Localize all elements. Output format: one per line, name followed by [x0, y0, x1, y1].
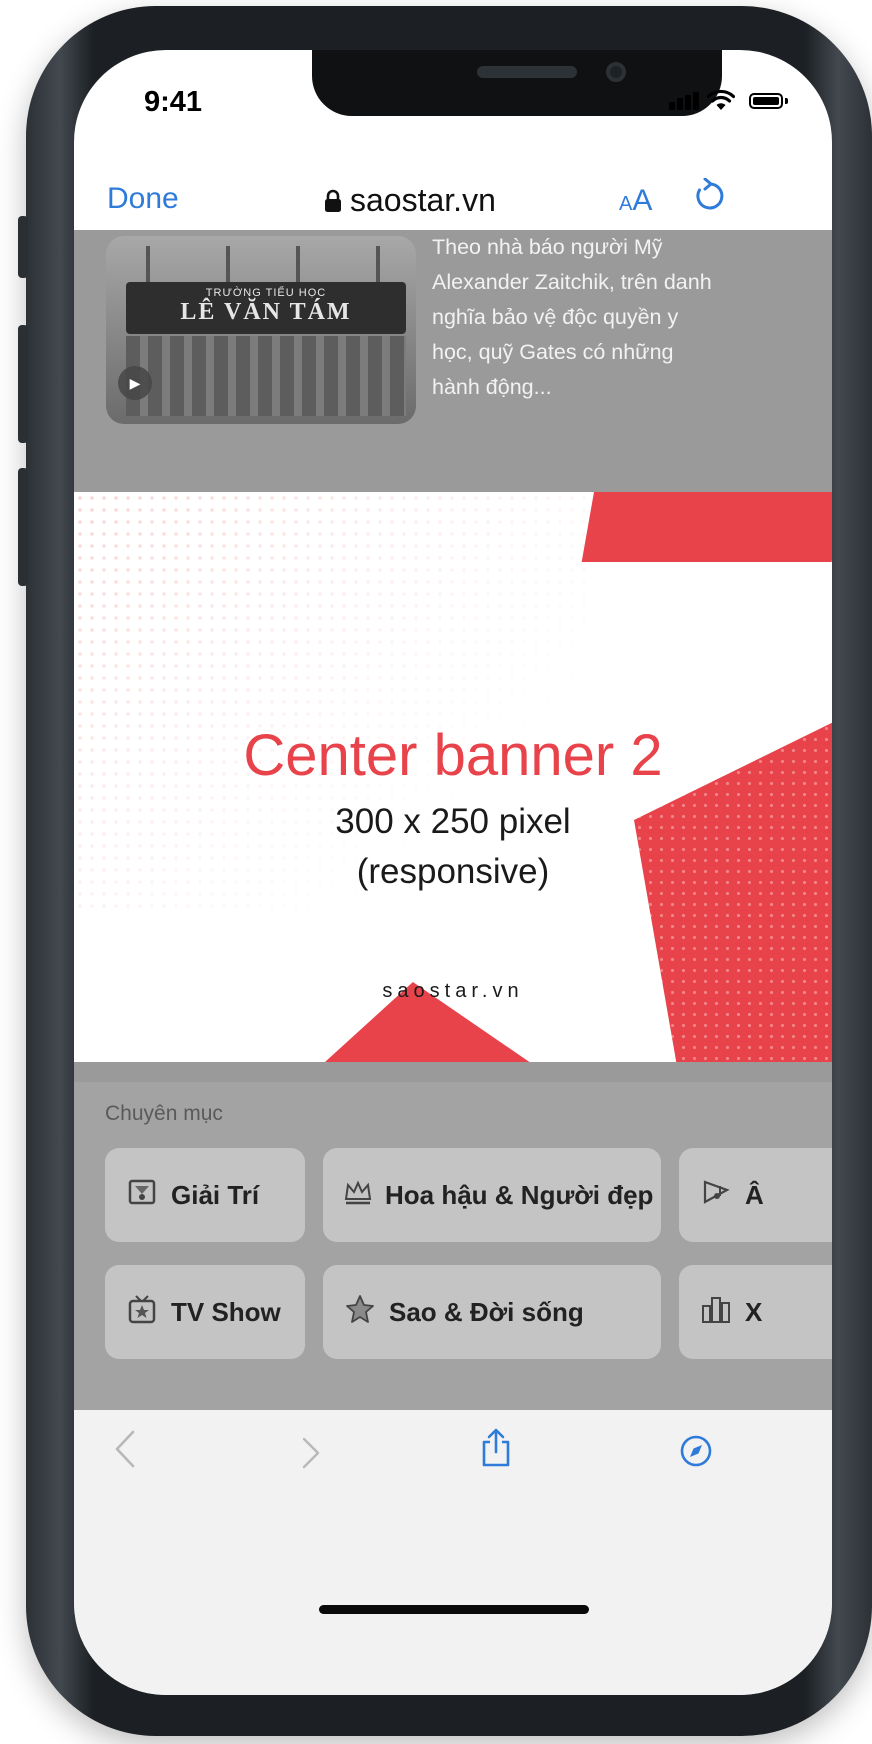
- lock-icon: [325, 189, 341, 212]
- url-text: saostar.vn: [350, 182, 496, 218]
- crown-icon: [343, 1179, 373, 1212]
- categories-heading: Chuyên mục: [105, 1102, 223, 1125]
- front-camera: [606, 62, 626, 82]
- dim-strip: [74, 1062, 832, 1082]
- banner-red-shape-top: [581, 492, 832, 562]
- mute-switch: [18, 216, 28, 278]
- category-sao-doi-song[interactable]: Sao & Đời sống: [323, 1265, 661, 1359]
- category-label: Sao & Đời sống: [389, 1296, 584, 1327]
- compass-icon[interactable]: [679, 1434, 713, 1478]
- category-giai-tri[interactable]: Giải Trí: [105, 1148, 305, 1242]
- category-label: Hoa hậu & Người đẹp: [385, 1179, 654, 1210]
- share-icon[interactable]: [480, 1428, 512, 1478]
- category-label: Giải Trí: [171, 1179, 260, 1210]
- chevron-left-icon[interactable]: [114, 1430, 136, 1478]
- text-size-big-letter: A: [632, 184, 653, 217]
- school-gate-banner: [126, 336, 406, 416]
- play-icon[interactable]: ▶: [118, 366, 152, 400]
- category-label: X: [745, 1296, 763, 1327]
- banner-title: Center banner 2: [243, 723, 663, 788]
- category-am-nhac[interactable]: Â: [679, 1148, 832, 1242]
- ad-banner[interactable]: Center banner 2 300 x 250 pixel (respons…: [74, 492, 832, 1062]
- wifi-icon: [706, 86, 736, 118]
- chevron-right-icon[interactable]: [302, 1436, 320, 1479]
- star-icon: [343, 1294, 377, 1331]
- article-thumbnail[interactable]: TRƯỜNG TIỂU HỌC LÊ VĂN TÁM ▶: [106, 236, 416, 424]
- category-label: Â: [745, 1179, 764, 1210]
- battery-icon: [749, 93, 783, 109]
- done-button[interactable]: Done: [107, 182, 179, 216]
- reload-icon[interactable]: [694, 177, 726, 221]
- school-sign-subtitle: TRƯỜNG TIỂU HỌC: [205, 287, 327, 299]
- article-excerpt[interactable]: Theo nhà báo người Mỹ Alexander Zaitchik…: [432, 230, 722, 405]
- categories-panel: [74, 1082, 832, 1410]
- status-time: 9:41: [144, 86, 203, 118]
- banner-note: (responsive): [356, 852, 550, 891]
- school-sign: TRƯỜNG TIỂU HỌC LÊ VĂN TÁM: [126, 282, 406, 334]
- tv-icon: [125, 1294, 159, 1331]
- city-icon: [699, 1294, 733, 1331]
- home-indicator[interactable]: [319, 1605, 589, 1614]
- category-xa-hoi[interactable]: X: [679, 1265, 832, 1359]
- volume-up-button: [18, 325, 28, 443]
- banner-site: saostar.vn: [382, 980, 524, 1002]
- category-label: TV Show: [171, 1296, 281, 1327]
- speaker-grille: [477, 66, 577, 78]
- category-tv-show[interactable]: TV Show: [105, 1265, 305, 1359]
- banner-size: 300 x 250 pixel: [335, 802, 571, 841]
- music-icon: [699, 1178, 733, 1213]
- entertainment-icon: [125, 1178, 159, 1213]
- banner-dot-pattern: [74, 492, 594, 912]
- text-size-button[interactable]: AA: [619, 184, 652, 218]
- battery-level: [753, 97, 779, 105]
- school-sign-title: LÊ VĂN TÁM: [180, 299, 352, 325]
- text-size-small-letter: A: [619, 193, 633, 215]
- browser-toolbar: [74, 1410, 832, 1695]
- address-bar[interactable]: saostar.vn: [324, 182, 584, 219]
- volume-down-button: [18, 468, 28, 586]
- phone-screen: 9:41 Done saostar.vn AA TRƯỜNG TIỂU HỌC …: [74, 50, 832, 1695]
- notch: [312, 50, 722, 116]
- battery-tip: [785, 98, 788, 104]
- article-preview[interactable]: TRƯỜNG TIỂU HỌC LÊ VĂN TÁM ▶ Theo nhà bá…: [74, 230, 832, 492]
- category-hoa-hau[interactable]: Hoa hậu & Người đẹp: [323, 1148, 661, 1242]
